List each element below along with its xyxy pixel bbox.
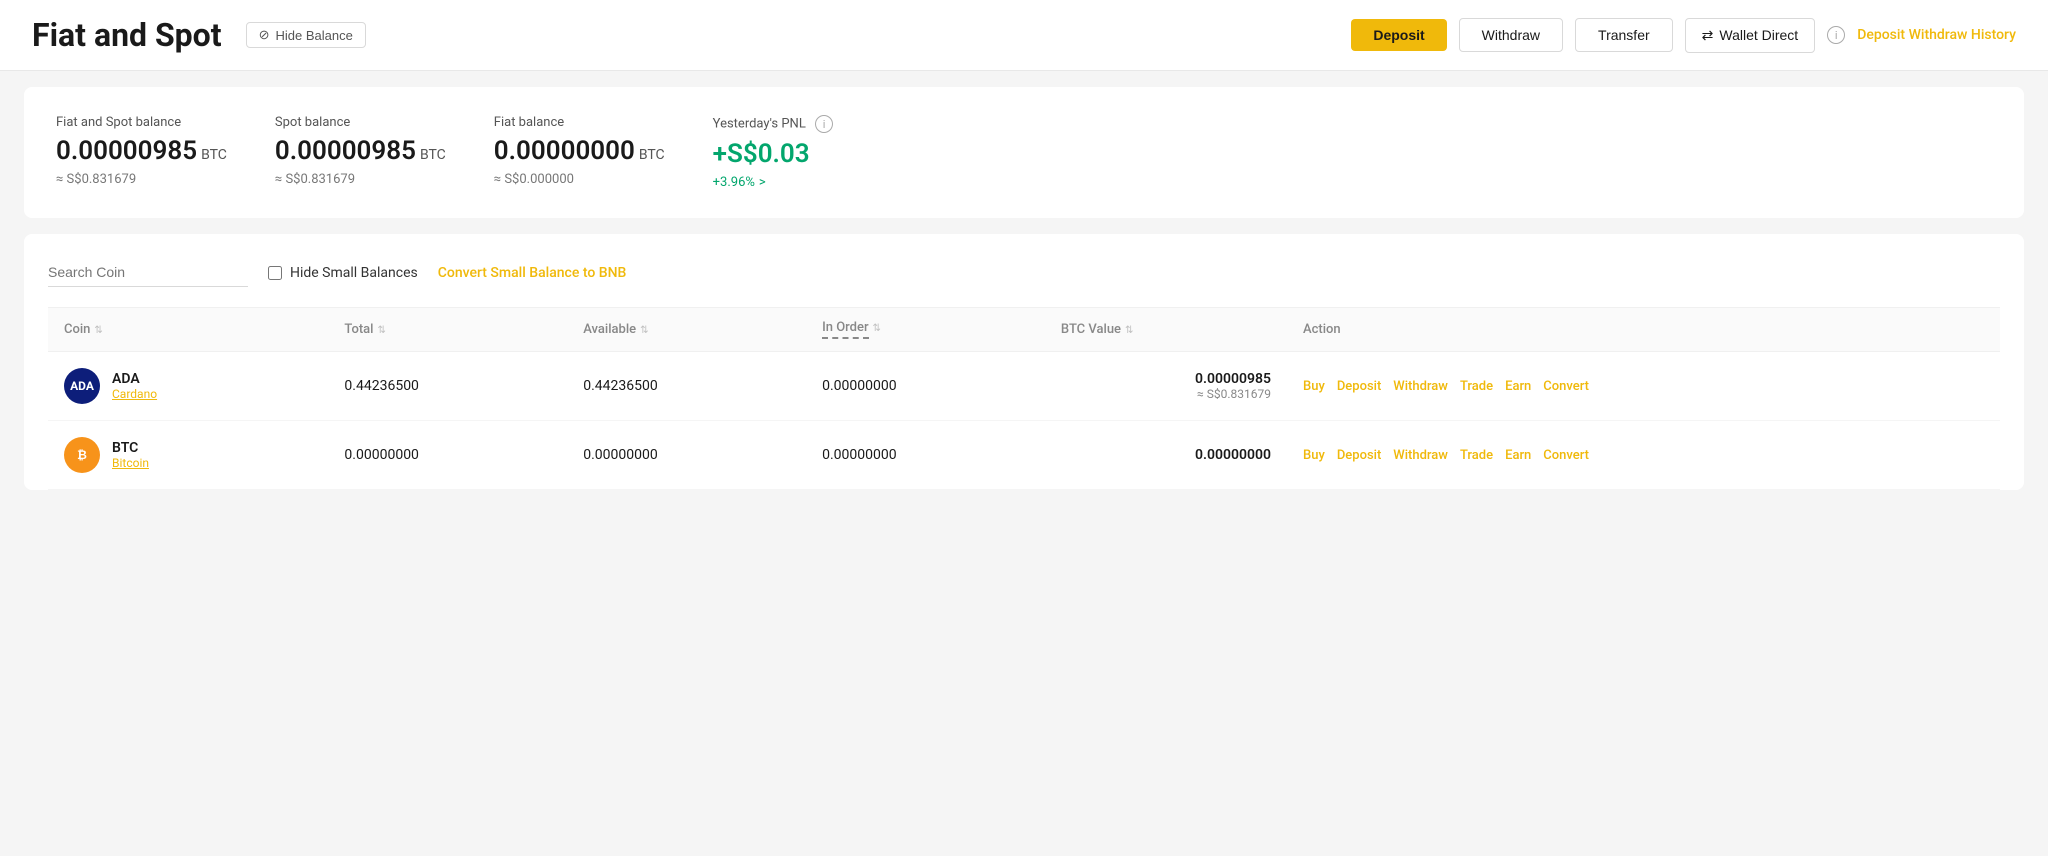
- pnl-info-icon[interactable]: i: [815, 115, 833, 133]
- pnl-balance: Yesterday's PNL i +S$0.03 +3.96% >: [713, 115, 833, 190]
- btc-sub-0: ≈ S$0.831679: [1061, 387, 1271, 401]
- action-earn-1[interactable]: Earn: [1505, 448, 1531, 463]
- sort-icon-btc-value[interactable]: ⇅: [1125, 325, 1133, 336]
- coin-symbol-0: ADA: [112, 371, 157, 387]
- fiat-spot-balance-value: 0.00000985BTC: [56, 136, 227, 166]
- header-actions: Deposit Withdraw Transfer ⇄ Wallet Direc…: [1351, 18, 2016, 53]
- coin-cell-0: ADA ADA Cardano: [48, 352, 328, 421]
- pnl-label: Yesterday's PNL i: [713, 115, 833, 133]
- table-row: ₿ BTC Bitcoin 0.00000000 0.00000000 0.00…: [48, 421, 2000, 490]
- withdraw-button[interactable]: Withdraw: [1459, 18, 1563, 52]
- total-cell-0: 0.44236500: [328, 352, 567, 421]
- coin-fullname-0[interactable]: Cardano: [112, 387, 157, 401]
- coin-icon-btc: ₿: [64, 437, 100, 473]
- hide-balance-button[interactable]: ⊘ Hide Balance: [246, 22, 366, 48]
- sort-icon-in-order[interactable]: ⇅: [873, 323, 881, 334]
- info-icon[interactable]: i: [1827, 26, 1845, 44]
- wallet-direct-button[interactable]: ⇄ Wallet Direct: [1685, 18, 1816, 53]
- action-earn-0[interactable]: Earn: [1505, 379, 1531, 394]
- col-available: Available⇅: [567, 308, 806, 352]
- btc-main-1: 0.00000000: [1061, 447, 1271, 463]
- btc-main-0: 0.00000985: [1061, 371, 1271, 387]
- btc-value-cell-1: 0.00000000: [1045, 421, 1287, 490]
- sort-icon-coin[interactable]: ⇅: [94, 325, 102, 336]
- col-total: Total⇅: [328, 308, 567, 352]
- fiat-balance-approx: ≈ S$0.000000: [494, 172, 665, 187]
- btc-value-cell-0: 0.00000985 ≈ S$0.831679: [1045, 352, 1287, 421]
- eye-slash-icon: ⊘: [259, 27, 270, 43]
- available-cell-0: 0.44236500: [567, 352, 806, 421]
- history-link[interactable]: Deposit Withdraw History: [1857, 27, 2016, 43]
- total-cell-1: 0.00000000: [328, 421, 567, 490]
- spot-balance-label: Spot balance: [275, 115, 446, 130]
- pnl-chevron[interactable]: >: [759, 175, 766, 190]
- action-trade-0[interactable]: Trade: [1460, 379, 1493, 394]
- in-order-cell-0: 0.00000000: [806, 352, 1045, 421]
- page-header: Fiat and Spot ⊘ Hide Balance Deposit Wit…: [0, 0, 2048, 71]
- spot-balance-approx: ≈ S$0.831679: [275, 172, 446, 187]
- fiat-balance-label: Fiat balance: [494, 115, 665, 130]
- action-trade-1[interactable]: Trade: [1460, 448, 1493, 463]
- action-withdraw-0[interactable]: Withdraw: [1393, 379, 1448, 394]
- available-cell-1: 0.00000000: [567, 421, 806, 490]
- action-convert-1[interactable]: Convert: [1543, 448, 1589, 463]
- coin-icon-ada: ADA: [64, 368, 100, 404]
- action-buy-0[interactable]: Buy: [1303, 379, 1325, 394]
- coin-table: Coin⇅ Total⇅ Available⇅ In Order⇅ BTC Va…: [48, 307, 2000, 490]
- action-cell-1: Buy Deposit Withdraw Trade Earn Convert: [1287, 421, 2000, 490]
- wallet-direct-icon: ⇄: [1702, 27, 1714, 44]
- action-cell-0: Buy Deposit Withdraw Trade Earn Convert: [1287, 352, 2000, 421]
- action-deposit-0[interactable]: Deposit: [1337, 379, 1381, 394]
- deposit-button[interactable]: Deposit: [1351, 19, 1446, 51]
- table-toolbar: Hide Small Balances Convert Small Balanc…: [48, 258, 2000, 287]
- fiat-spot-balance: Fiat and Spot balance 0.00000985BTC ≈ S$…: [56, 115, 227, 190]
- hide-small-balances-checkbox[interactable]: [268, 266, 282, 280]
- action-deposit-1[interactable]: Deposit: [1337, 448, 1381, 463]
- coin-symbol-1: BTC: [112, 440, 149, 456]
- col-coin: Coin⇅: [48, 308, 328, 352]
- col-action: Action: [1287, 308, 2000, 352]
- action-convert-0[interactable]: Convert: [1543, 379, 1589, 394]
- fiat-spot-balance-approx: ≈ S$0.831679: [56, 172, 227, 187]
- spot-balance-value: 0.00000985BTC: [275, 136, 446, 166]
- balance-section: Fiat and Spot balance 0.00000985BTC ≈ S$…: [24, 87, 2024, 218]
- sort-icon-available[interactable]: ⇅: [640, 325, 648, 336]
- page-title: Fiat and Spot: [32, 16, 222, 54]
- table-header-row: Coin⇅ Total⇅ Available⇅ In Order⇅ BTC Va…: [48, 308, 2000, 352]
- transfer-button[interactable]: Transfer: [1575, 18, 1673, 52]
- in-order-cell-1: 0.00000000: [806, 421, 1045, 490]
- coin-fullname-1[interactable]: Bitcoin: [112, 456, 149, 470]
- fiat-balance-value: 0.00000000BTC: [494, 136, 665, 166]
- search-input[interactable]: [48, 258, 248, 287]
- sort-icon-total[interactable]: ⇅: [378, 325, 386, 336]
- hide-small-balances-checkbox-label[interactable]: Hide Small Balances: [268, 265, 418, 281]
- action-withdraw-1[interactable]: Withdraw: [1393, 448, 1448, 463]
- col-btc-value: BTC Value⇅: [1045, 308, 1287, 352]
- fiat-spot-balance-label: Fiat and Spot balance: [56, 115, 227, 130]
- spot-balance: Spot balance 0.00000985BTC ≈ S$0.831679: [275, 115, 446, 190]
- table-row: ADA ADA Cardano 0.44236500 0.44236500 0.…: [48, 352, 2000, 421]
- convert-small-balance-link[interactable]: Convert Small Balance to BNB: [438, 265, 627, 281]
- pnl-value: +S$0.03: [713, 139, 833, 169]
- action-buy-1[interactable]: Buy: [1303, 448, 1325, 463]
- col-in-order: In Order⇅: [806, 308, 1045, 352]
- pnl-percent: +3.96% >: [713, 175, 833, 190]
- fiat-balance: Fiat balance 0.00000000BTC ≈ S$0.000000: [494, 115, 665, 190]
- coin-cell-1: ₿ BTC Bitcoin: [48, 421, 328, 490]
- table-section: Hide Small Balances Convert Small Balanc…: [24, 234, 2024, 490]
